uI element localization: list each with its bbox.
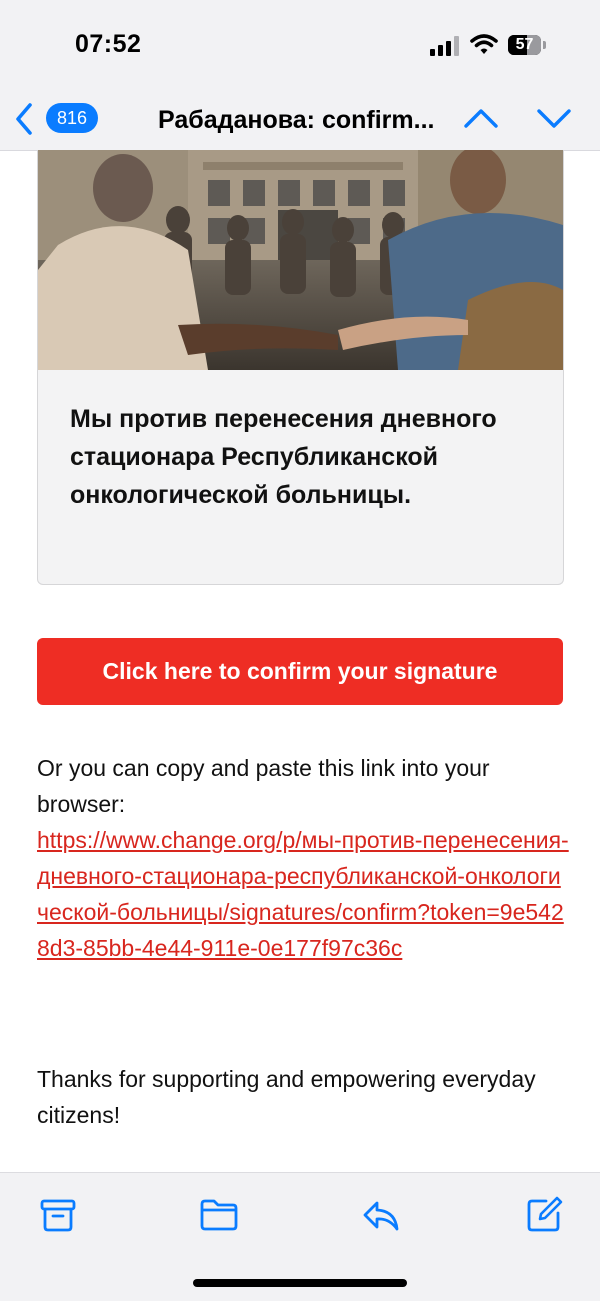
reply-icon[interactable] — [361, 1195, 401, 1235]
battery-icon: 57 — [508, 35, 548, 55]
compose-icon[interactable] — [524, 1195, 564, 1235]
folder-icon[interactable] — [199, 1195, 239, 1235]
confirm-signature-button[interactable]: Click here to confirm your signature — [37, 638, 563, 705]
status-bar: 07:52 57 — [0, 0, 600, 92]
battery-level: 57 — [515, 36, 534, 53]
confirm-link[interactable]: https://www.change.org/p/мы-против-перен… — [37, 822, 569, 966]
archive-icon[interactable] — [38, 1195, 78, 1235]
wifi-icon — [470, 34, 498, 54]
chevron-left-icon[interactable] — [12, 100, 36, 138]
mail-nav-bar: 816 Рабаданова: confirm... — [0, 92, 600, 151]
thanks-message: Thanks for supporting and empowering eve… — [37, 1066, 536, 1128]
petition-card[interactable]: Мы против перенесения дневного стационар… — [37, 150, 564, 585]
petition-photo — [38, 150, 563, 370]
petition-title: Мы против перенесения дневного стационар… — [70, 405, 497, 509]
copy-link-instructions: Or you can copy and paste this link into… — [37, 755, 490, 817]
chevron-up-icon[interactable] — [462, 104, 500, 132]
signal-icon — [430, 36, 459, 56]
unread-count-badge[interactable]: 816 — [46, 103, 98, 133]
chevron-down-icon[interactable] — [535, 104, 573, 132]
status-time: 07:52 — [75, 30, 142, 58]
home-indicator[interactable] — [193, 1279, 407, 1287]
message-subject-title: Рабаданова: confirm... — [158, 106, 435, 134]
